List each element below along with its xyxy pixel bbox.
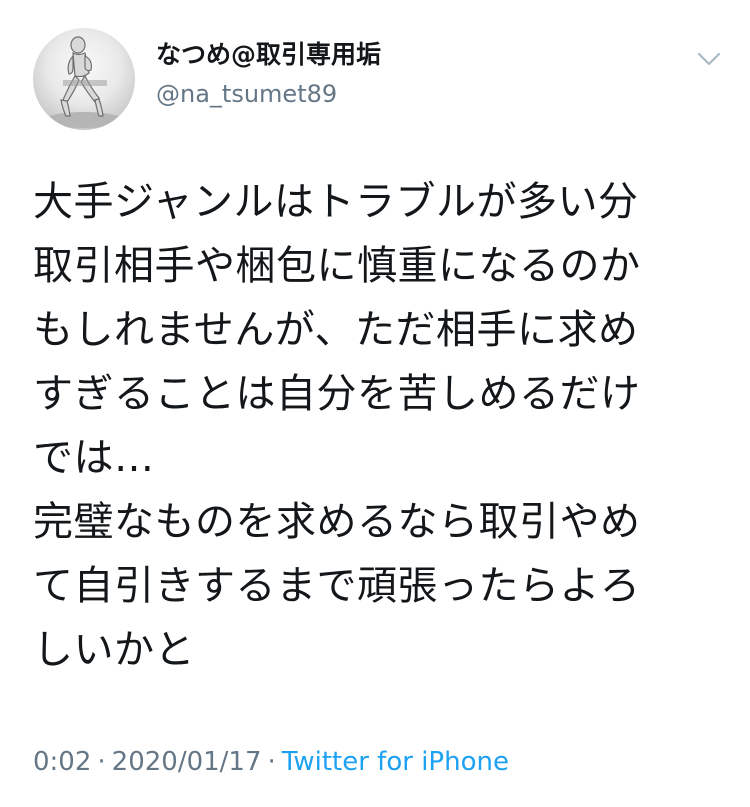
tweet-text-line: 取引相手や梱包に慎重になるのか [33, 243, 641, 289]
tweet-time[interactable]: 0:02 [33, 747, 91, 777]
tweet-text-line: て自引きするまで頑張ったらよろ [33, 563, 641, 609]
avatar[interactable] [33, 28, 135, 130]
tweet-text-line: もしれませんが、ただ相手に求め [33, 307, 639, 353]
tweet-date[interactable]: 2020/01/17 [112, 747, 262, 777]
user-avatar-figure-icon [44, 36, 124, 128]
tweet-text-line: 完璧なものを求めるなら取引やめ [33, 499, 641, 545]
tweet-meta: 0:02 · 2020/01/17 · Twitter for iPhone [33, 744, 509, 780]
tweet-text: 大手ジャンルはトラブルが多い分 取引相手や梱包に慎重になるのか もしれませんが、… [33, 170, 723, 682]
tweet-text-line: では… [33, 435, 155, 481]
display-name[interactable]: なつめ@取引専用垢 [156, 38, 381, 72]
user-handle[interactable]: @na_tsumet89 [156, 78, 337, 110]
tweet-text-line: しいかと [33, 627, 195, 673]
tweet-card: なつめ@取引専用垢 @na_tsumet89 大手ジャンルはトラブルが多い分 取… [0, 0, 750, 807]
tweet-text-line: 大手ジャンルはトラブルが多い分 [33, 179, 639, 225]
chevron-down-icon [697, 52, 721, 66]
meta-separator: · [267, 747, 276, 777]
meta-separator: · [97, 747, 106, 777]
tweet-menu-button[interactable] [696, 48, 722, 70]
tweet-text-line: すぎることは自分を苦しめるだけ [33, 371, 641, 417]
tweet-source-link[interactable]: Twitter for iPhone [282, 747, 509, 777]
